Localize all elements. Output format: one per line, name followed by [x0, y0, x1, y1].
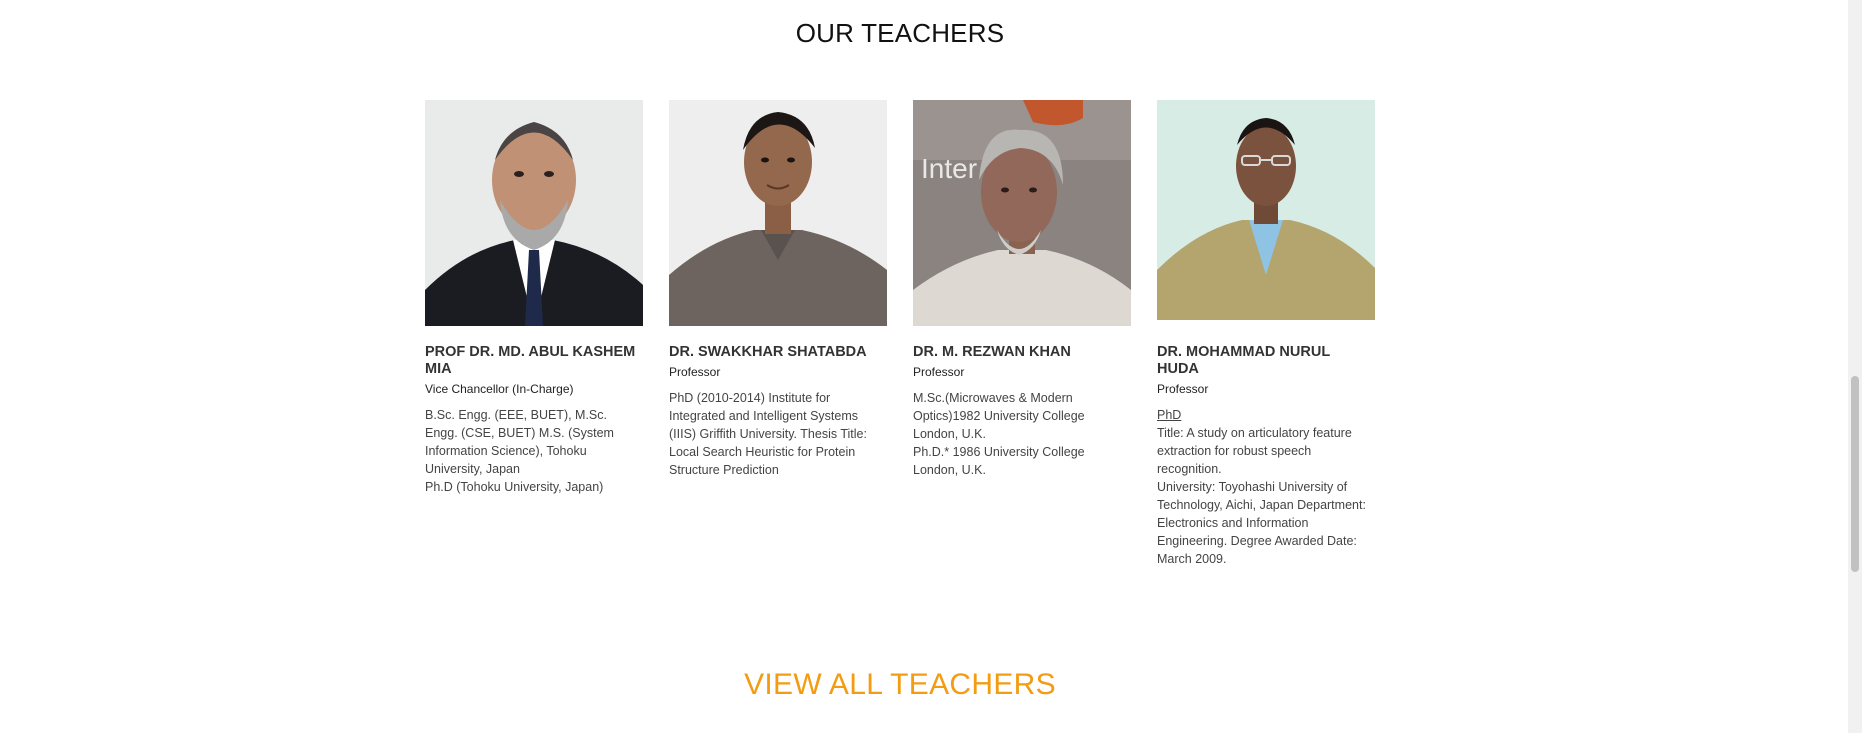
teacher-card: DR. SWAKKHAR SHATABDA Professor PhD (201…	[669, 100, 887, 568]
teacher-photo-image: Inter al Un	[913, 100, 1131, 326]
teacher-photo-image	[1157, 100, 1375, 326]
teacher-description: PhD Title: A study on articulatory featu…	[1157, 406, 1375, 568]
teacher-title: Professor	[1157, 382, 1209, 396]
teacher-photo[interactable]	[669, 100, 887, 326]
teacher-description: PhD (2010-2014) Institute for Integrated…	[669, 389, 887, 479]
teacher-card: DR. MOHAMMAD NURUL HUDA Professor PhD Ti…	[1157, 100, 1375, 568]
degree-link[interactable]: PhD	[1157, 406, 1375, 424]
teacher-name[interactable]: PROF DR. MD. ABUL KASHEM MIA	[425, 344, 643, 378]
view-all-teachers-link[interactable]: VIEW ALL TEACHERS	[0, 668, 1800, 702]
teacher-name[interactable]: DR. MOHAMMAD NURUL HUDA	[1157, 344, 1375, 378]
teacher-photo-image	[425, 100, 643, 326]
teacher-description-line: M.Sc.(Microwaves & Modern Optics)1982 Un…	[913, 391, 1085, 441]
teacher-description-line: Ph.D.* 1986 University College London, U…	[913, 445, 1085, 477]
page-scrollbar[interactable]	[1848, 0, 1862, 733]
teacher-description-line: University: Toyohashi University of Tech…	[1157, 480, 1366, 566]
teacher-description-line: PhD (2010-2014) Institute for Integrated…	[669, 391, 867, 477]
teacher-photo[interactable]	[425, 100, 643, 326]
teacher-description: M.Sc.(Microwaves & Modern Optics)1982 Un…	[913, 389, 1131, 479]
teacher-title: Vice Chancellor (In-Charge)	[425, 382, 574, 396]
teacher-description-line: B.Sc. Engg. (EEE, BUET), M.Sc. Engg. (CS…	[425, 408, 614, 476]
teacher-card: Inter al Un DR. M. REZWAN KHAN Professor…	[913, 100, 1131, 568]
teachers-grid: PROF DR. MD. ABUL KASHEM MIA Vice Chance…	[425, 100, 1375, 568]
teacher-card: PROF DR. MD. ABUL KASHEM MIA Vice Chance…	[425, 100, 643, 568]
teacher-description: B.Sc. Engg. (EEE, BUET), M.Sc. Engg. (CS…	[425, 406, 643, 496]
teacher-photo[interactable]	[1157, 100, 1375, 326]
teacher-name[interactable]: DR. SWAKKHAR SHATABDA	[669, 344, 887, 361]
teacher-photo[interactable]: Inter al Un	[913, 100, 1131, 326]
teacher-title: Professor	[913, 365, 965, 379]
teacher-description-line: Ph.D (Tohoku University, Japan)	[425, 480, 604, 494]
teacher-description-line: Title: A study on articulatory feature e…	[1157, 426, 1352, 476]
section-title: OUR TEACHERS	[795, 18, 1005, 48]
teacher-title: Professor	[669, 365, 721, 379]
scrollbar-thumb[interactable]	[1851, 376, 1859, 572]
teacher-photo-image	[669, 100, 887, 326]
teacher-name[interactable]: DR. M. REZWAN KHAN	[913, 344, 1131, 361]
